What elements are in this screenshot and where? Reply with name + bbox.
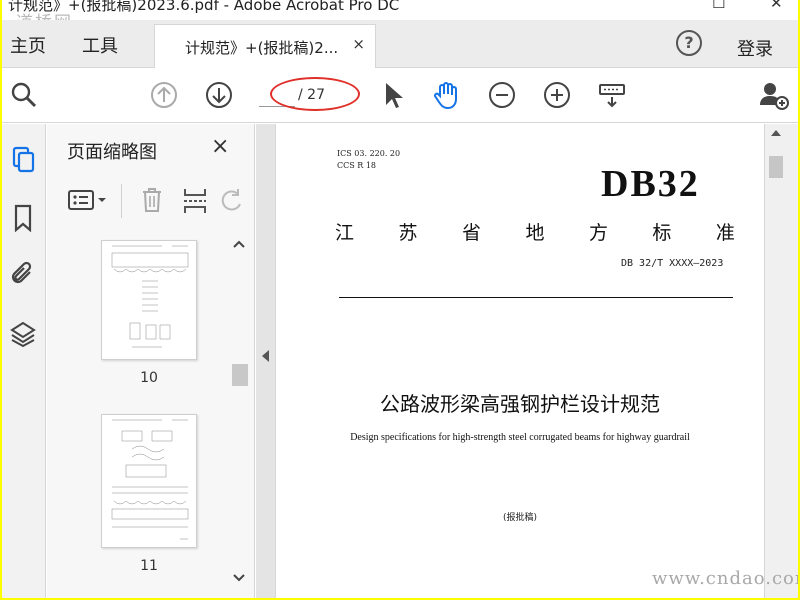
toolbar-divider: [121, 184, 122, 218]
maximize-button[interactable]: ☐: [712, 0, 725, 12]
standard-level-char: 苏: [398, 222, 418, 244]
thumbnail-label-11: 11: [140, 558, 158, 574]
options-menu-icon[interactable]: [67, 186, 111, 218]
watermark-bottom: www.cndao.com: [652, 568, 798, 589]
standard-level-char: 准: [715, 222, 735, 244]
home-menu[interactable]: 主页: [10, 32, 46, 58]
ics-ccs-codes: ICS 03. 220. 20 CCS R 18: [337, 148, 400, 172]
hand-tool-icon[interactable]: [430, 79, 462, 111]
collapse-arrow-icon[interactable]: [262, 350, 269, 362]
document-scrollbar[interactable]: [764, 124, 798, 598]
thumbnail-label-10: 10: [140, 370, 158, 386]
bookmark-icon[interactable]: [8, 202, 38, 234]
document-scroll-thumb[interactable]: [769, 156, 783, 178]
standard-level-char: 地: [525, 222, 545, 244]
document-title-en: Design specifications for high-strength …: [350, 432, 690, 443]
read-mode-icon[interactable]: [596, 79, 628, 111]
thumbnail-panel-title: 页面缩略图: [67, 142, 157, 163]
pdf-page: ICS 03. 220. 20 CCS R 18 DB32 江 苏 省 地 方 标 准 DB…: [277, 124, 763, 598]
standard-level-char: 省: [461, 222, 481, 244]
standard-level-char: 标: [652, 222, 672, 244]
header-rule: [339, 297, 733, 298]
page-up-icon[interactable]: [148, 79, 180, 111]
delete-page-icon[interactable]: [139, 186, 165, 218]
thumbnail-scrollbar[interactable]: [229, 236, 248, 596]
insert-page-icon[interactable]: [181, 186, 209, 220]
document-tab-label: 计规范》+(报批稿)2...: [185, 39, 339, 57]
ccs-code: CCS R 18: [337, 161, 377, 170]
panel-collapse-handle[interactable]: [256, 124, 276, 598]
scroll-up-icon[interactable]: [771, 130, 781, 136]
zoom-out-icon[interactable]: [486, 79, 518, 111]
page-highlight-annotation: [270, 77, 360, 111]
zoom-in-icon[interactable]: [541, 79, 573, 111]
navigation-pane-strip: [2, 124, 46, 598]
page-thumbnails-icon[interactable]: [8, 144, 38, 176]
thumbnail-panel: 页面缩略图 × 10 11: [47, 124, 255, 598]
standard-level: 江苏省地方标准: [335, 218, 735, 245]
layers-icon[interactable]: [8, 318, 38, 350]
add-user-icon[interactable]: [758, 79, 790, 111]
ics-code: ICS 03. 220. 20: [337, 149, 401, 158]
toolbar: / 27: [2, 69, 798, 123]
thumbnail-scroll-thumb[interactable]: [232, 364, 248, 386]
standard-level-char: 方: [588, 222, 608, 244]
search-icon[interactable]: [8, 79, 40, 111]
tools-menu[interactable]: 工具: [82, 32, 118, 58]
scroll-down-icon[interactable]: [233, 574, 245, 582]
close-tab-icon[interactable]: ×: [352, 35, 365, 53]
help-icon[interactable]: ?: [676, 30, 702, 56]
select-cursor-icon[interactable]: [376, 79, 408, 111]
document-tab[interactable]: 计规范》+(报批稿)2... ×: [154, 24, 376, 68]
tab-bar: 主页 工具 计规范》+(报批稿)2... × ? 登录: [2, 20, 798, 68]
page-down-icon[interactable]: [203, 79, 235, 111]
scroll-up-icon[interactable]: [233, 240, 245, 248]
thumbnail-page-11[interactable]: [101, 414, 197, 548]
standard-number: DB 32/T XXXX—2023: [621, 258, 724, 269]
draft-note: (报批稿): [502, 513, 538, 523]
standard-code: DB32: [601, 163, 700, 205]
thumbnail-toolbar: [47, 178, 255, 224]
rotate-page-icon[interactable]: [221, 188, 243, 218]
sign-in-button[interactable]: 登录: [737, 35, 773, 61]
thumbnail-page-10[interactable]: [101, 240, 197, 360]
document-title-cn: 公路波形梁高强钢护栏设计规范: [380, 392, 660, 416]
standard-level-char: 江: [335, 222, 355, 244]
close-panel-icon[interactable]: ×: [211, 134, 229, 159]
acrobat-window: 计规范》+(报批稿)2023.6.pdf - Adobe Acrobat Pro…: [2, 0, 798, 598]
close-window-button[interactable]: ✕: [770, 0, 783, 12]
attachment-icon[interactable]: [8, 258, 38, 290]
title-bar: 计规范》+(报批稿)2023.6.pdf - Adobe Acrobat Pro…: [2, 0, 798, 14]
document-view[interactable]: ICS 03. 220. 20 CCS R 18 DB32 江 苏 省 地 方 标 准 DB…: [277, 124, 763, 598]
